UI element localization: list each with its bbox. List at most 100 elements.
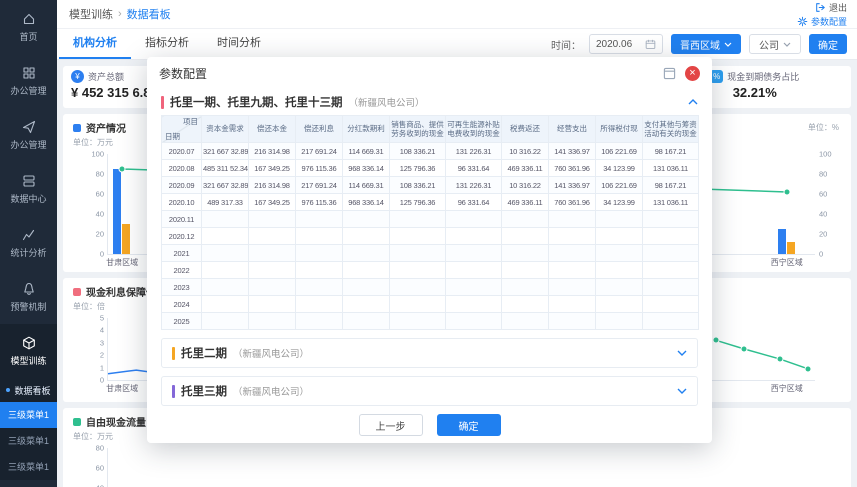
table-cell[interactable]: 141 336.97 <box>548 176 596 194</box>
chevron-down-icon[interactable] <box>677 350 687 356</box>
table-cell[interactable] <box>445 312 502 330</box>
table-cell[interactable] <box>595 244 643 262</box>
sidebar-item-6[interactable]: 模型训练 <box>0 324 57 378</box>
tab-0[interactable]: 机构分析 <box>59 29 131 59</box>
table-cell[interactable] <box>342 244 390 262</box>
table-cell[interactable] <box>445 227 502 245</box>
table-cell[interactable] <box>295 278 343 296</box>
table-cell[interactable] <box>501 244 549 262</box>
table-cell[interactable] <box>548 295 596 313</box>
table-cell[interactable] <box>595 227 643 245</box>
table-cell[interactable]: 114 669.31 <box>342 142 390 160</box>
table-cell[interactable] <box>248 261 296 279</box>
table-cell[interactable] <box>295 312 343 330</box>
table-cell[interactable] <box>201 278 249 296</box>
table-cell[interactable] <box>248 278 296 296</box>
table-cell[interactable] <box>501 227 549 245</box>
table-cell[interactable]: 131 226.31 <box>445 142 502 160</box>
table-cell[interactable] <box>248 312 296 330</box>
table-cell[interactable] <box>342 312 390 330</box>
table-cell[interactable] <box>201 312 249 330</box>
table-cell[interactable] <box>642 312 699 330</box>
table-cell[interactable]: 96 331.64 <box>445 159 502 177</box>
table-cell[interactable]: 469 336.11 <box>501 193 549 211</box>
table-cell[interactable] <box>342 295 390 313</box>
sidebar-item-data-dashboard[interactable]: 数据看板 <box>0 378 57 402</box>
table-cell[interactable] <box>295 244 343 262</box>
table-cell[interactable]: 167 349.25 <box>248 193 296 211</box>
table-cell[interactable]: 760 361.96 <box>548 193 596 211</box>
table-cell[interactable] <box>501 312 549 330</box>
table-cell[interactable]: 167 349.25 <box>248 159 296 177</box>
table-cell[interactable] <box>548 278 596 296</box>
table-cell[interactable] <box>248 227 296 245</box>
table-cell[interactable] <box>295 227 343 245</box>
previous-step-button[interactable]: 上一步 <box>358 414 423 436</box>
table-cell[interactable]: 125 796.36 <box>389 159 446 177</box>
table-cell[interactable] <box>642 261 699 279</box>
sidebar-item-3[interactable]: 数据中心 <box>0 162 57 216</box>
table-cell[interactable] <box>548 227 596 245</box>
table-cell[interactable] <box>389 244 446 262</box>
table-cell[interactable]: 131 036.11 <box>642 193 699 211</box>
table-cell[interactable] <box>342 210 390 228</box>
table-cell[interactable] <box>501 210 549 228</box>
table-cell[interactable]: 131 226.31 <box>445 176 502 194</box>
sidebar-item-2[interactable]: 办公管理 <box>0 108 57 162</box>
table-cell[interactable]: 34 123.99 <box>595 193 643 211</box>
breadcrumb-current[interactable]: 数据看板 <box>127 6 171 22</box>
table-cell[interactable] <box>201 295 249 313</box>
table-cell[interactable] <box>342 278 390 296</box>
section-collapsed-0[interactable]: 托里二期 （新疆风电公司） <box>161 338 698 368</box>
table-cell[interactable]: 489 317.33 <box>201 193 249 211</box>
table-cell[interactable]: 108 336.21 <box>389 142 446 160</box>
sidebar-item-1[interactable]: 办公管理 <box>0 54 57 108</box>
table-cell[interactable] <box>445 278 502 296</box>
chevron-down-icon[interactable] <box>677 388 687 394</box>
table-cell[interactable] <box>201 210 249 228</box>
table-cell[interactable]: 469 336.11 <box>501 159 549 177</box>
table-cell[interactable] <box>295 210 343 228</box>
table-cell[interactable] <box>342 261 390 279</box>
table-cell[interactable]: 968 336.14 <box>342 159 390 177</box>
table-cell[interactable] <box>548 261 596 279</box>
table-cell[interactable] <box>642 244 699 262</box>
table-cell[interactable] <box>248 244 296 262</box>
table-cell[interactable]: 968 336.14 <box>342 193 390 211</box>
date-picker[interactable]: 2020.06 <box>589 34 663 54</box>
table-cell[interactable] <box>595 278 643 296</box>
table-cell[interactable] <box>389 295 446 313</box>
table-cell[interactable]: 10 316.22 <box>501 142 549 160</box>
table-cell[interactable]: 125 796.36 <box>389 193 446 211</box>
sidebar-item-0[interactable]: 首页 <box>0 0 57 54</box>
table-cell[interactable]: 131 036.11 <box>642 159 699 177</box>
table-cell[interactable] <box>389 210 446 228</box>
section-collapsed-1[interactable]: 托里三期 （新疆风电公司） <box>161 376 698 406</box>
table-cell[interactable] <box>201 244 249 262</box>
table-cell[interactable] <box>642 295 699 313</box>
table-cell[interactable]: 141 336.97 <box>548 142 596 160</box>
sidebar-third-item-2[interactable]: 三级菜单1 <box>0 454 57 480</box>
table-cell[interactable] <box>501 295 549 313</box>
table-cell[interactable]: 106 221.69 <box>595 142 643 160</box>
table-cell[interactable]: 321 667 32.89 <box>201 142 249 160</box>
table-cell[interactable] <box>445 210 502 228</box>
table-cell[interactable] <box>445 261 502 279</box>
table-cell[interactable] <box>389 278 446 296</box>
table-cell[interactable]: 485 311 52.34 <box>201 159 249 177</box>
table-cell[interactable]: 976 115.36 <box>295 159 343 177</box>
breadcrumb-parent[interactable]: 模型训练 <box>69 6 113 22</box>
sidebar-third-item-1[interactable]: 三级菜单1 <box>0 428 57 454</box>
sidebar-item-5[interactable]: 预警机制 <box>0 270 57 324</box>
table-cell[interactable] <box>642 278 699 296</box>
table-cell[interactable]: 96 331.64 <box>445 193 502 211</box>
table-cell[interactable]: 10 316.22 <box>501 176 549 194</box>
table-cell[interactable] <box>248 295 296 313</box>
collapse-window-icon[interactable] <box>663 67 676 80</box>
chevron-up-icon[interactable] <box>688 99 698 105</box>
table-cell[interactable] <box>445 295 502 313</box>
table-cell[interactable] <box>201 261 249 279</box>
table-cell[interactable]: 216 314.98 <box>248 176 296 194</box>
company-dropdown[interactable]: 公司 <box>749 34 801 54</box>
close-icon[interactable]: × <box>685 65 700 81</box>
